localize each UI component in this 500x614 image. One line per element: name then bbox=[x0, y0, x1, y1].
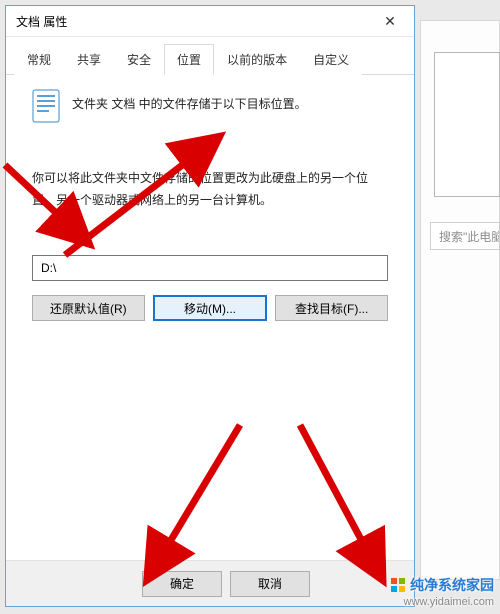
tab-customize[interactable]: 自定义 bbox=[300, 44, 362, 75]
dialog-footer: 确定 取消 bbox=[6, 560, 414, 606]
tab-sharing[interactable]: 共享 bbox=[64, 44, 114, 75]
find-target-button[interactable]: 查找目标(F)... bbox=[275, 295, 388, 321]
document-icon bbox=[32, 89, 60, 123]
explorer-search-input[interactable]: 搜索"此电脑 bbox=[430, 222, 500, 250]
move-button[interactable]: 移动(M)... bbox=[153, 295, 268, 321]
tabstrip: 常规 共享 安全 位置 以前的版本 自定义 bbox=[6, 37, 414, 75]
tab-previous-versions[interactable]: 以前的版本 bbox=[214, 44, 300, 75]
description-text: 你可以将此文件夹中文件存储的位置更改为此硬盘上的另一个位置、另一个驱动器或网络上… bbox=[32, 167, 388, 211]
close-button[interactable]: ✕ bbox=[370, 7, 410, 35]
info-row: 文件夹 文档 中的文件存储于以下目标位置。 bbox=[32, 89, 388, 123]
location-path-input[interactable] bbox=[32, 255, 388, 281]
tab-security[interactable]: 安全 bbox=[114, 44, 164, 75]
tab-location[interactable]: 位置 bbox=[164, 44, 214, 75]
button-row: 还原默认值(R) 移动(M)... 查找目标(F)... bbox=[32, 295, 388, 321]
cancel-button[interactable]: 取消 bbox=[230, 571, 310, 597]
info-text: 文件夹 文档 中的文件存储于以下目标位置。 bbox=[72, 89, 307, 113]
window-title: 文档 属性 bbox=[16, 13, 370, 30]
search-placeholder-text: 搜索"此电脑 bbox=[439, 228, 500, 245]
ok-button[interactable]: 确定 bbox=[142, 571, 222, 597]
tab-general[interactable]: 常规 bbox=[14, 44, 64, 75]
restore-default-button[interactable]: 还原默认值(R) bbox=[32, 295, 145, 321]
titlebar: 文档 属性 ✕ bbox=[6, 6, 414, 37]
close-icon: ✕ bbox=[384, 13, 396, 30]
background-panel bbox=[434, 52, 500, 197]
properties-dialog: 文档 属性 ✕ 常规 共享 安全 位置 以前的版本 自定义 文件夹 文档 中的文… bbox=[5, 5, 415, 607]
tab-content: 文件夹 文档 中的文件存储于以下目标位置。 你可以将此文件夹中文件存储的位置更改… bbox=[6, 75, 414, 560]
